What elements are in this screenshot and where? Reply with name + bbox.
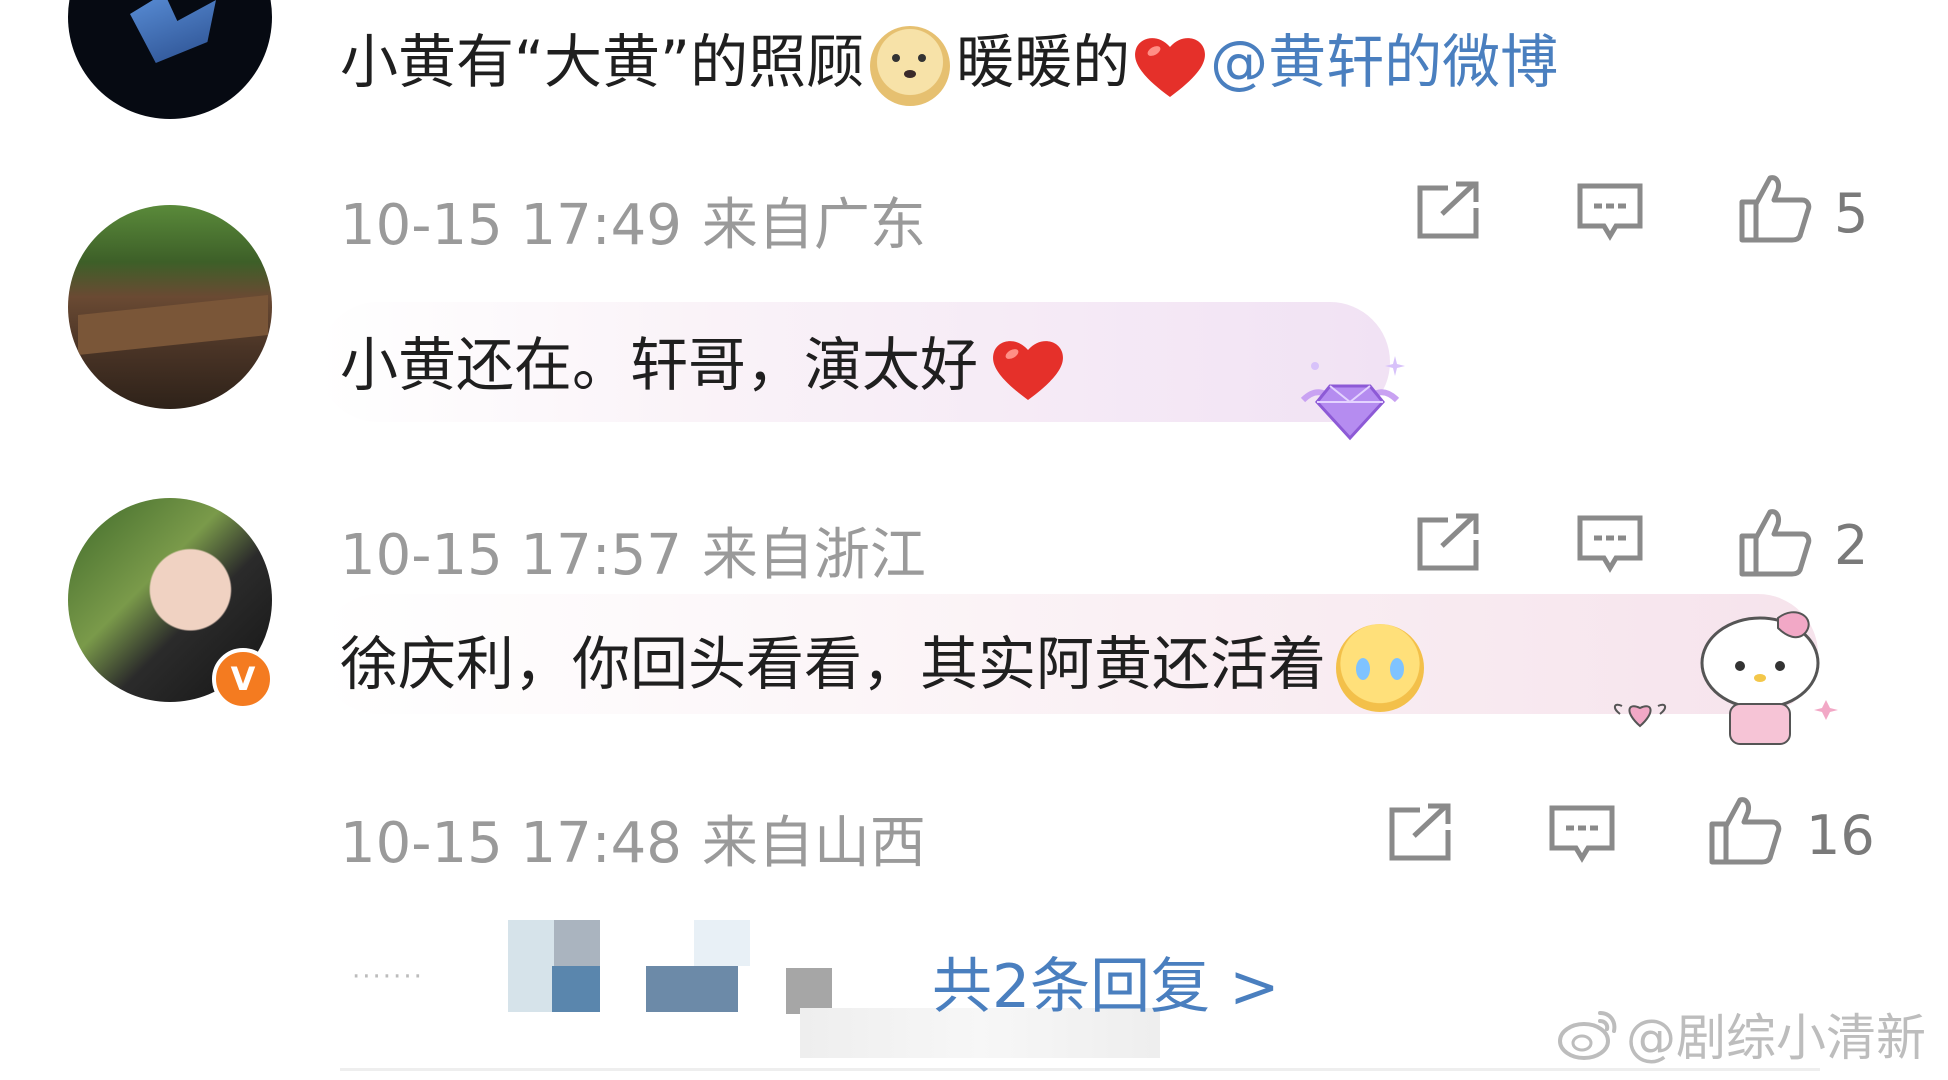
- mention-link[interactable]: @黄轩的微博: [1210, 28, 1558, 96]
- comment-text-part: 小黄还在。轩哥，演太好: [340, 331, 979, 400]
- comment-text-part: 小黄有“大黄”的照顾: [340, 28, 865, 97]
- doge-emoji-icon: [870, 26, 951, 106]
- watermark-text: @剧综小清新: [1626, 1009, 1926, 1067]
- view-replies-link[interactable]: 共2条回复 >: [932, 938, 1280, 1025]
- comment-icon[interactable]: [1546, 802, 1618, 866]
- thumbs-up-icon[interactable]: [1706, 794, 1782, 866]
- verified-badge: V: [212, 648, 274, 710]
- avatar-art: [130, 0, 216, 63]
- share-icon[interactable]: [1412, 512, 1484, 576]
- comment-time: 10-15 17:49: [340, 193, 682, 258]
- avatar-art: [78, 295, 268, 355]
- like-count: 16: [1806, 804, 1875, 867]
- share-icon[interactable]: [1384, 802, 1456, 866]
- avatar[interactable]: [68, 0, 272, 119]
- weibo-logo-icon: [1558, 1011, 1617, 1060]
- comment-icon[interactable]: [1574, 512, 1646, 576]
- blurred-reply-avatar-part: [694, 920, 750, 966]
- avatar[interactable]: [68, 205, 272, 409]
- watermark: @剧综小清新: [1556, 998, 1926, 1070]
- thumbs-up-icon[interactable]: [1736, 506, 1812, 578]
- comment-location: 来自浙江: [701, 523, 926, 588]
- comment-meta: 10-15 17:57 来自浙江: [340, 510, 926, 591]
- comment-location: 来自广东: [701, 193, 926, 258]
- heart-emoji-icon: [1135, 38, 1206, 97]
- comment-location: 来自山西: [701, 811, 926, 876]
- blurred-reply-avatar: [646, 966, 738, 1012]
- reply-dots: ·······: [352, 962, 424, 992]
- hello-kitty-sticker-icon: [1614, 611, 1838, 745]
- thumbs-up-icon[interactable]: [1736, 172, 1812, 244]
- crying-emoji-icon: [1336, 624, 1425, 712]
- like-count: 2: [1834, 514, 1869, 577]
- comment-meta: 10-15 17:48 来自山西: [340, 798, 926, 879]
- comment-meta: 10-15 17:49 来自广东: [340, 180, 926, 261]
- comment-text-part: 暖暖的: [956, 28, 1131, 97]
- comment-time: 10-15 17:48: [340, 811, 682, 876]
- share-icon[interactable]: [1412, 180, 1484, 244]
- heart-emoji-icon: [993, 341, 1063, 400]
- comment-text: 小黄还在。轩哥，演太好: [340, 334, 1068, 404]
- comment-text-part: 徐庆利，你回头看看，其实阿黄还活着: [340, 630, 1327, 699]
- like-count: 5: [1834, 182, 1869, 245]
- comment-time: 10-15 17:57: [340, 523, 682, 588]
- blurred-reply-avatar-part: [552, 966, 600, 1012]
- comment-text: 徐庆利，你回头看看，其实阿黄还活着: [340, 624, 1425, 712]
- diamond-badge-icon: [1300, 356, 1405, 441]
- comment-icon[interactable]: [1574, 180, 1646, 244]
- comment-text: 小黄有“大黄”的照顾 暖暖的 @黄轩的微博: [340, 26, 1558, 106]
